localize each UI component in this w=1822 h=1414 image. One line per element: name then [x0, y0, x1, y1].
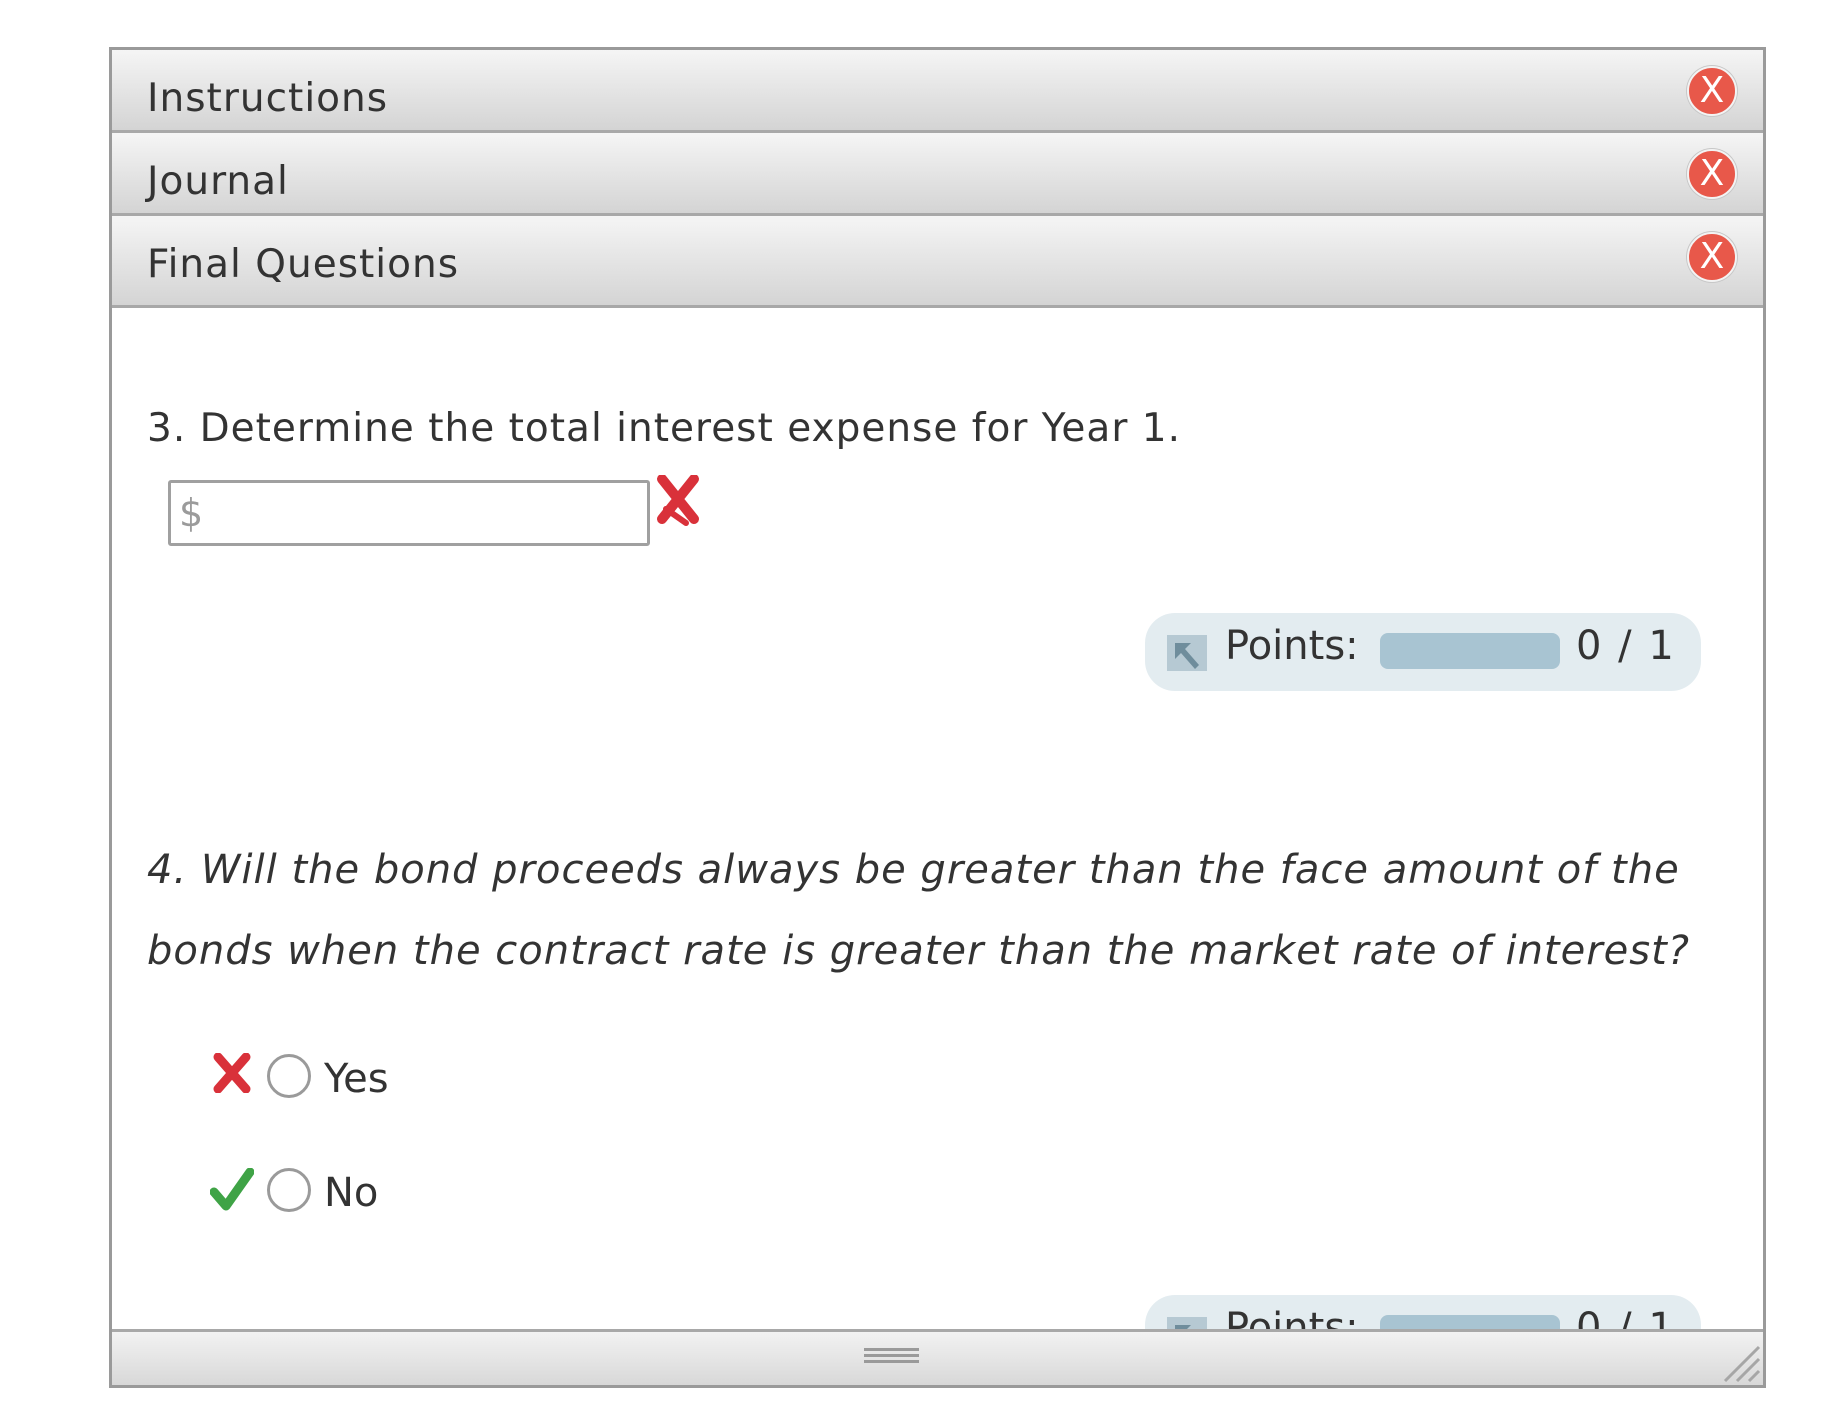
close-icon: X: [1699, 70, 1725, 111]
interest-expense-input[interactable]: [168, 480, 650, 546]
section-header-final-questions[interactable]: Final Questions X: [112, 216, 1763, 308]
question-4-text: 4. Will the bond proceeds always be grea…: [147, 847, 1691, 974]
option-no-radio[interactable]: [267, 1168, 311, 1212]
question-3-text: 3. Determine the total interest expense …: [147, 406, 1181, 451]
close-icon: X: [1699, 153, 1725, 194]
close-journal-button[interactable]: X: [1687, 149, 1737, 199]
section-header-instructions[interactable]: Instructions X: [112, 50, 1763, 133]
section-title-journal: Journal: [147, 159, 289, 204]
option-yes-radio[interactable]: [267, 1054, 311, 1098]
close-icon: X: [1699, 236, 1725, 277]
resize-grip-handle[interactable]: [864, 1348, 919, 1364]
close-final-questions-button[interactable]: X: [1687, 232, 1737, 282]
arrow-up-left-icon[interactable]: [1167, 635, 1207, 671]
section-header-journal[interactable]: Journal X: [112, 133, 1763, 216]
option-yes-label[interactable]: Yes: [324, 1056, 389, 1102]
section-title-final-questions: Final Questions: [147, 242, 460, 287]
x-mark-icon: [213, 1053, 251, 1093]
points-score: 0 / 1: [1576, 623, 1676, 669]
resize-corner-icon[interactable]: [1715, 1337, 1761, 1383]
close-instructions-button[interactable]: X: [1687, 66, 1737, 116]
check-mark-icon: [210, 1168, 254, 1211]
question-3-points: Points: 0 / 1: [1145, 613, 1701, 691]
points-progress-bar: [1380, 633, 1560, 669]
option-no-label[interactable]: No: [324, 1170, 378, 1216]
assignment-panel: Instructions X Journal X Final Questions…: [109, 47, 1766, 1388]
x-mark-icon: [657, 475, 699, 526]
section-title-instructions: Instructions: [147, 76, 389, 121]
points-label: Points:: [1225, 623, 1359, 669]
panel-footer: [112, 1329, 1763, 1385]
